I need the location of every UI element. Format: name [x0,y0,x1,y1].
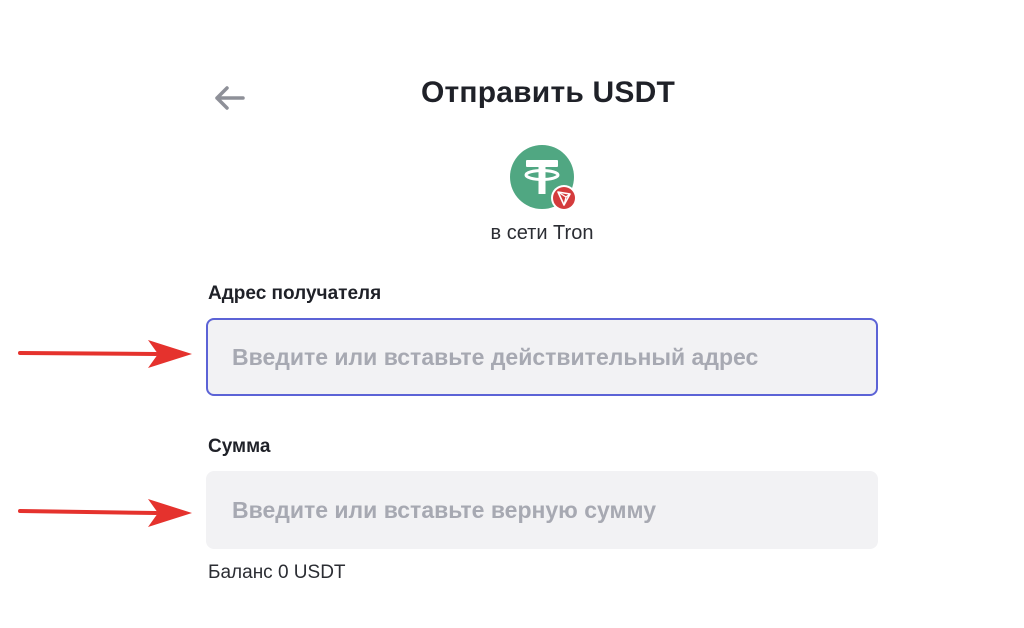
amount-field[interactable] [206,471,878,549]
page-title: Отправить USDT [421,76,675,109]
recipient-address-input[interactable] [230,342,876,372]
amount-label: Сумма [208,436,271,457]
amount-input[interactable] [230,495,876,525]
annotation-arrow-icon [18,340,192,368]
token-logo [510,145,577,211]
send-usdt-page: Отправить USDT в сети Tron Адрес получат… [0,0,1024,628]
recipient-address-field[interactable] [206,318,878,396]
annotation-arrow-icon [18,499,192,527]
recipient-address-label: Адрес получателя [208,283,382,304]
tron-icon [551,185,577,211]
network-label: в сети Tron [490,222,594,244]
balance-text: Баланс 0 USDT [208,562,346,583]
